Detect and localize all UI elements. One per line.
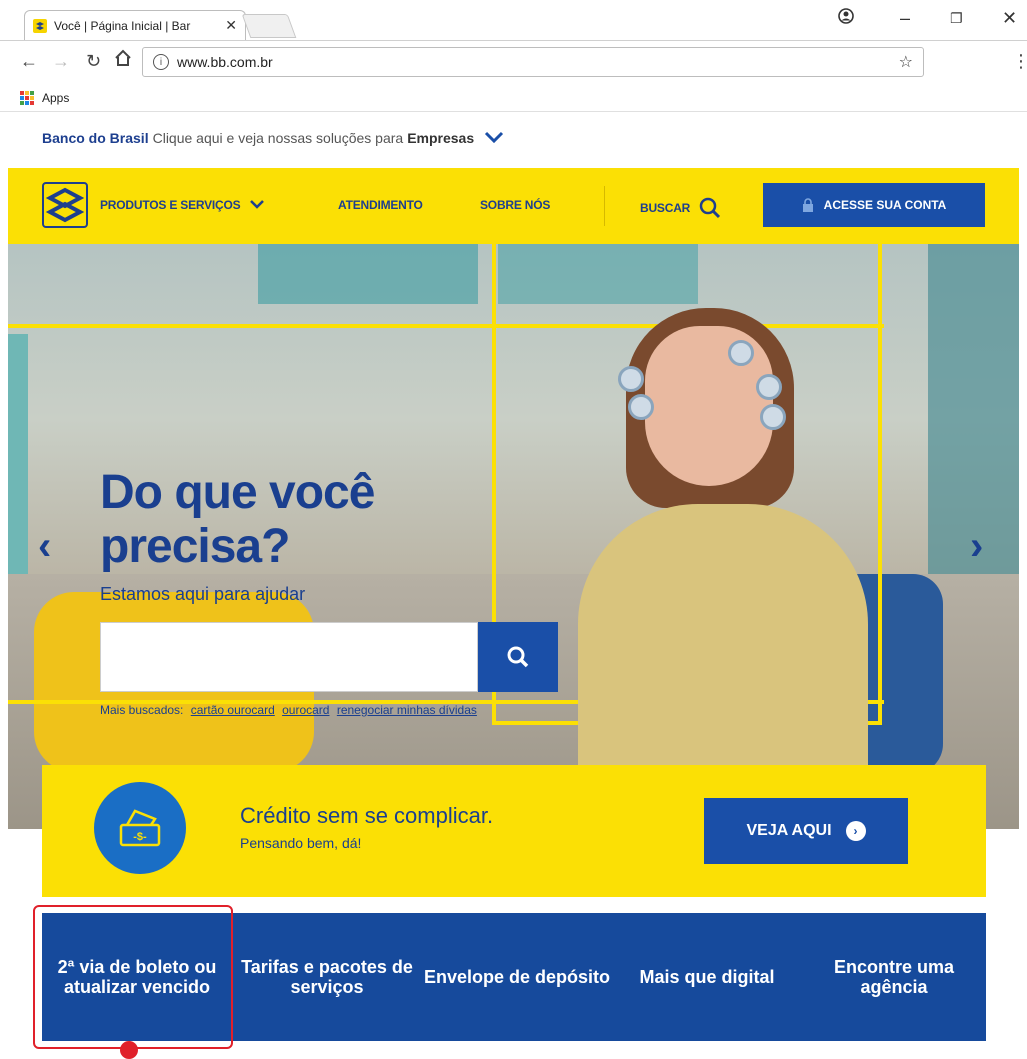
chevron-right-icon: › (845, 821, 866, 841)
restore-icon[interactable]: ❐ (950, 10, 963, 27)
nav-service[interactable]: ATENDIMENTO (338, 198, 423, 212)
url-text: www.bb.com.br (177, 54, 273, 70)
bb-favicon-icon (33, 18, 47, 33)
curler-image (618, 366, 644, 392)
hero-headline-line-1: Do que você (100, 466, 375, 519)
quick-link-tarifas[interactable]: Tarifas e pacotes de serviços (232, 913, 422, 1041)
quick-link-digital[interactable]: Mais que digital (612, 913, 802, 1041)
access-account-label: ACESSE SUA CONTA (823, 198, 947, 212)
highlight-marker-dot (120, 1041, 138, 1059)
hero-headline-line-2: precisa? (100, 520, 290, 573)
nav-search[interactable]: BUSCAR (640, 196, 722, 220)
access-account-button[interactable]: ACESSE SUA CONTA (763, 183, 985, 227)
quick-link-agencia[interactable]: Encontre uma agência (802, 913, 986, 1041)
hero-subline: Estamos aqui para ajudar (100, 584, 306, 604)
browser-tab[interactable]: Você | Página Inicial | Bar ✕ (24, 10, 246, 40)
business-text: Clique aqui e veja nossas soluções para (152, 130, 404, 146)
popular-label: Mais buscados: (100, 703, 184, 717)
reload-icon[interactable]: ↻ (86, 51, 101, 72)
bookmarks-bar: Apps (0, 84, 1027, 112)
see-here-button[interactable]: VEJA AQUI › (704, 798, 908, 864)
new-tab-button[interactable] (241, 14, 297, 38)
close-window-icon[interactable]: ✕ (1002, 8, 1017, 29)
apps-grid-icon[interactable] (20, 90, 34, 105)
profile-icon[interactable] (838, 8, 854, 29)
svg-text:-$-: -$- (133, 831, 147, 843)
credit-title: Crédito sem se complicar. (240, 803, 494, 828)
bb-logo-icon (45, 187, 85, 223)
minimize-icon[interactable]: – (900, 8, 910, 29)
browser-toolbar: ← → ↻ i www.bb.com.br ☆ ⋮ (0, 40, 1027, 84)
nav-search-label: BUSCAR (640, 201, 691, 215)
nav-divider (604, 186, 605, 226)
credit-card-icon: -$- (94, 782, 186, 874)
chevron-down-icon[interactable] (484, 130, 504, 146)
chevron-down-icon (249, 200, 264, 209)
close-tab-icon[interactable]: ✕ (225, 17, 237, 34)
popular-link[interactable]: ourocard (282, 703, 329, 717)
brand-name: Banco do Brasil (42, 130, 149, 146)
browser-menu-icon[interactable]: ⋮ (1012, 51, 1027, 72)
nav-products[interactable]: PRODUTOS E SERVIÇOS (100, 198, 264, 212)
tab-strip: Você | Página Inicial | Bar ✕ – ❐ ✕ (0, 0, 1027, 40)
popular-searches: Mais buscados: cartão ourocard ourocard … (100, 699, 520, 721)
popular-link[interactable]: cartão ourocard (191, 703, 275, 717)
browser-chrome: Você | Página Inicial | Bar ✕ – ❐ ✕ ← → … (0, 0, 1027, 112)
main-navbar: PRODUTOS E SERVIÇOS ATENDIMENTO SOBRE NÓ… (8, 168, 1019, 244)
credit-banner: -$- Crédito sem se complicar. Pensando b… (42, 765, 986, 897)
curler-image (760, 404, 786, 430)
search-icon (699, 197, 721, 219)
background-shelf (258, 244, 478, 304)
credit-subtitle: Pensando bem, dá! (240, 835, 362, 851)
curler-image (728, 340, 754, 366)
site-info-icon[interactable]: i (153, 54, 169, 70)
curler-image (756, 374, 782, 400)
curler-image (628, 394, 654, 420)
apps-bookmark[interactable]: Apps (42, 91, 69, 105)
business-banner[interactable]: Banco do Brasil Clique aqui e veja nossa… (42, 130, 504, 146)
see-here-label: VEJA AQUI (746, 822, 832, 839)
nav-about[interactable]: SOBRE NÓS (480, 198, 550, 212)
address-bar[interactable]: i www.bb.com.br ☆ (142, 47, 924, 77)
hero-banner: ‹ › Do que você precisa? Estamos aqui pa… (8, 244, 1019, 829)
nav-products-label: PRODUTOS E SERVIÇOS (100, 198, 241, 212)
carousel-next-icon[interactable]: › (970, 524, 983, 569)
hero-headline: Do que você precisa? (100, 466, 375, 574)
tab-title: Você | Página Inicial | Bar (54, 18, 191, 33)
quick-link-envelope[interactable]: Envelope de depósito (422, 913, 612, 1041)
bb-logo[interactable] (42, 182, 88, 228)
home-icon[interactable] (114, 49, 132, 72)
bookmark-star-icon[interactable]: ☆ (899, 52, 913, 72)
search-icon (507, 646, 529, 668)
forward-arrow-icon[interactable]: → (52, 51, 70, 72)
carousel-prev-icon[interactable]: ‹ (38, 524, 51, 569)
lock-icon (802, 198, 813, 212)
business-emphasis: Empresas (407, 130, 475, 146)
hero-search-button[interactable] (478, 622, 558, 692)
highlight-annotation (33, 905, 233, 1049)
popular-link[interactable]: renegociar minhas dívidas (337, 703, 477, 717)
back-arrow-icon[interactable]: ← (20, 51, 38, 72)
hero-search-input[interactable] (100, 622, 478, 692)
